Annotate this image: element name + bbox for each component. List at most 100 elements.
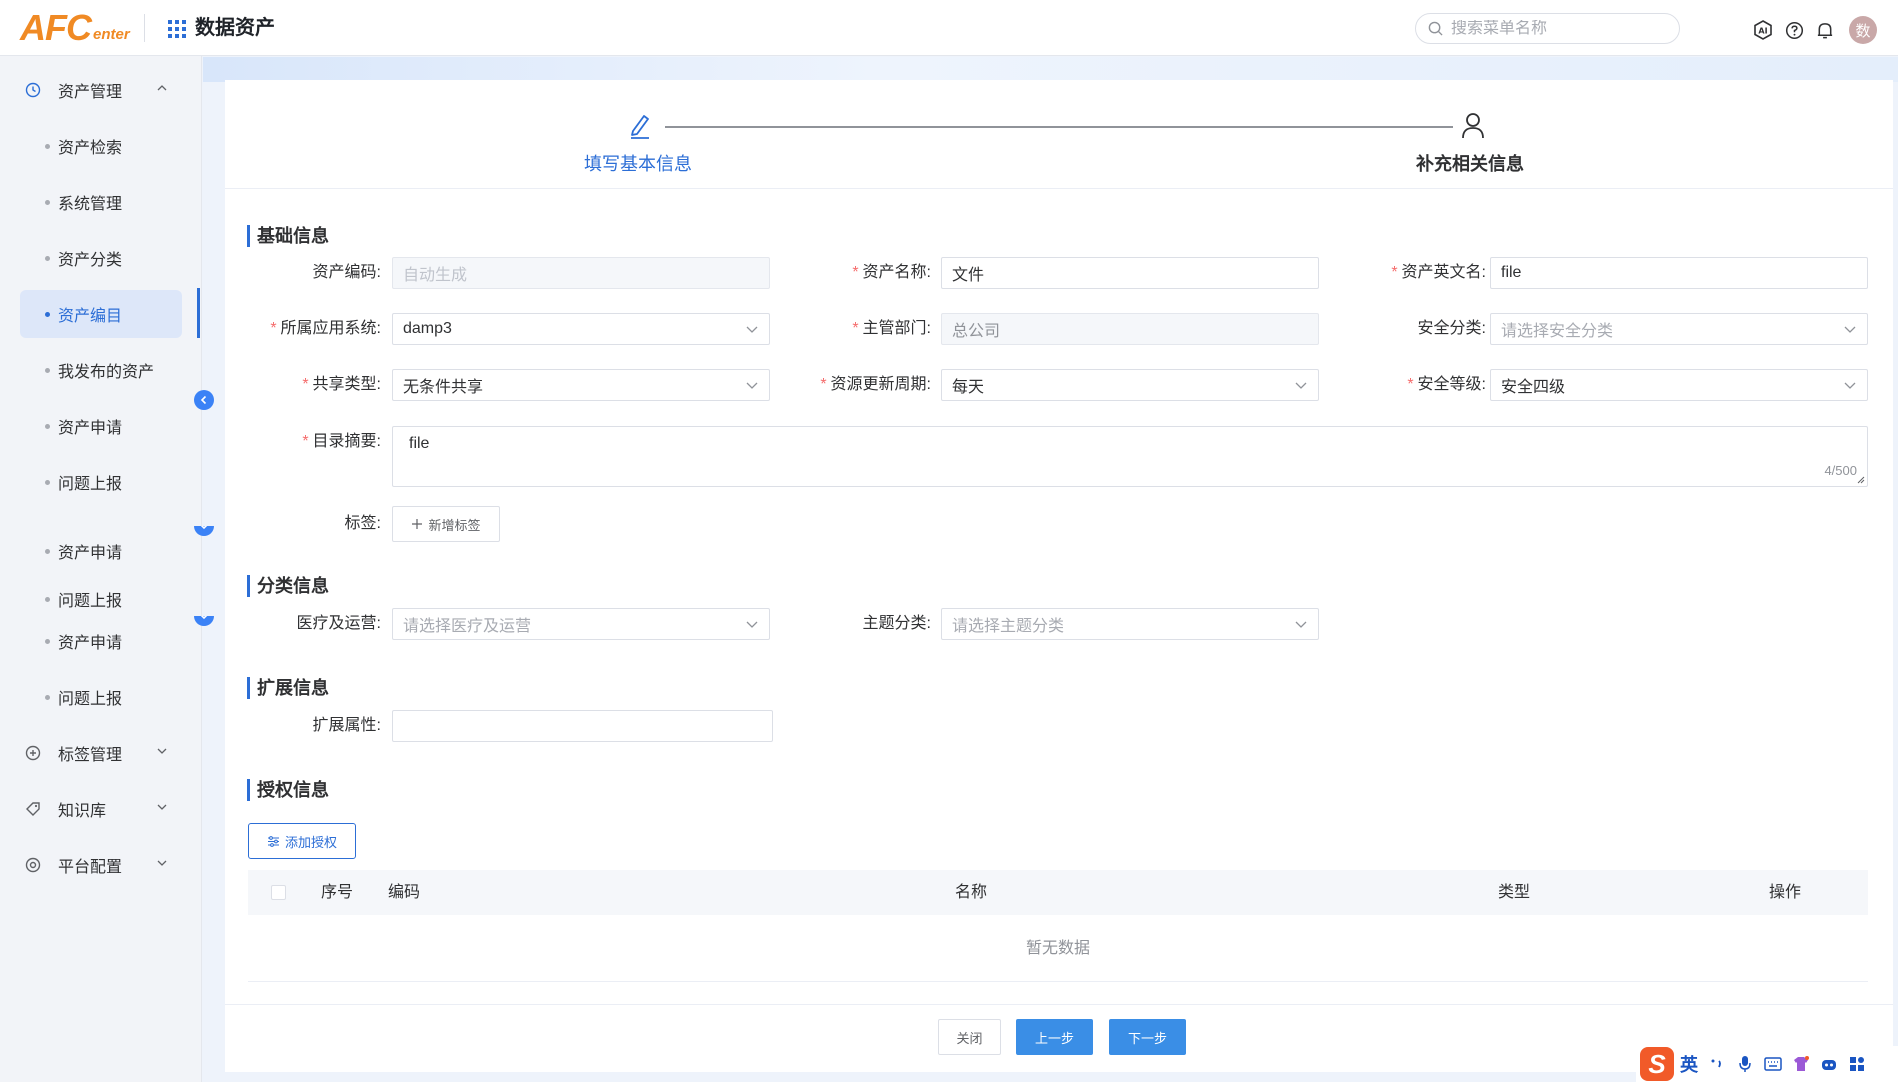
column-header-action[interactable]: 操作 (1769, 870, 1801, 915)
apps-icon[interactable] (1848, 1055, 1866, 1073)
chevron-down-icon (157, 860, 167, 866)
add-tag-button[interactable]: 新增标签 (392, 506, 500, 542)
ext-attr-input[interactable] (392, 710, 773, 742)
sidebar-group-label: 资产管理 (58, 84, 123, 101)
sidebar-group-asset-management[interactable]: 资产管理 (20, 66, 182, 114)
ai-assistant-icon[interactable]: AI (1752, 19, 1774, 41)
dept-label: * 主管部门: (852, 320, 931, 337)
share-type-label: * 共享类型: (302, 376, 381, 393)
select-all-checkbox[interactable] (271, 885, 286, 900)
top-bar: AFC enter 数据资产 AI 数 (0, 0, 1898, 56)
security-class-select[interactable]: 请选择安全分类 (1490, 313, 1868, 345)
sidebar-item-asset-apply-2[interactable]: 资产申请 (20, 527, 182, 575)
chevron-down-icon (746, 326, 758, 333)
update-cycle-select[interactable]: 每天 (941, 369, 1319, 401)
sidebar-item-label: 资产编目 (58, 308, 123, 325)
ime-language-toggle[interactable]: 英 (1680, 1051, 1698, 1077)
sliders-icon (267, 835, 279, 847)
column-header-code[interactable]: 编码 (388, 870, 420, 915)
medical-select[interactable]: 请选择医疗及运营 (392, 608, 770, 640)
edit-pen-icon (631, 115, 649, 139)
chevron-down-icon (746, 382, 758, 389)
summary-textarea[interactable]: file 4/500 (392, 426, 1868, 487)
chevron-down-icon (1844, 326, 1856, 333)
sidebar-item-issue-report[interactable]: 问题上报 (20, 458, 182, 506)
section-title-basic: 基础信息 (247, 225, 329, 247)
ime-toolbar: S 英 (1636, 1046, 1898, 1082)
chevron-down-icon (157, 748, 167, 754)
collapse-sidebar-button[interactable] (194, 390, 214, 410)
keyboard-icon[interactable] (1764, 1055, 1782, 1073)
chevron-down-icon (1295, 382, 1307, 389)
chevron-down-icon (746, 621, 758, 628)
robot-icon[interactable] (1820, 1055, 1838, 1073)
table-empty-text: 暂无数据 (248, 915, 1868, 982)
sidebar-item-asset-catalog[interactable]: 资产编目 (20, 290, 182, 338)
sidebar-group-platform-config[interactable]: 平台配置 (20, 841, 182, 889)
sidebar-item-my-published[interactable]: 我发布的资产 (20, 346, 182, 394)
theme-select[interactable]: 请选择主题分类 (941, 608, 1319, 640)
security-class-label: 安全分类: (1417, 320, 1486, 337)
logo[interactable]: AFC enter (20, 8, 130, 48)
medical-label: 医疗及运营: (296, 615, 381, 632)
prev-step-button[interactable]: 上一步 (1016, 1019, 1093, 1055)
theme-label: 主题分类: (862, 615, 931, 632)
bell-icon[interactable] (1814, 19, 1836, 41)
sidebar-item-asset-apply-3[interactable]: 资产申请 (20, 617, 182, 665)
logo-sub-text: enter (93, 26, 130, 43)
sidebar-group-tag-management[interactable]: 标签管理 (20, 729, 182, 777)
asset-en-name-input[interactable]: file (1490, 257, 1868, 289)
avatar[interactable]: 数 (1849, 16, 1877, 44)
add-auth-button[interactable]: 添加授权 (248, 823, 356, 859)
sidebar-item-label: 问题上报 (58, 476, 123, 493)
ext-attr-label: 扩展属性: (312, 717, 381, 734)
sidebar-item-issue-report-3[interactable]: 问题上报 (20, 673, 182, 721)
column-header-index[interactable]: 序号 (321, 870, 353, 915)
sidebar-group-label: 平台配置 (58, 859, 123, 876)
ime-logo-icon[interactable]: S (1640, 1047, 1674, 1081)
step-1-label[interactable]: 填写基本信息 (563, 150, 713, 176)
column-header-type[interactable]: 类型 (1498, 870, 1530, 915)
section-title-auth: 授权信息 (247, 779, 329, 801)
section-title-category: 分类信息 (247, 575, 329, 597)
close-button[interactable]: 关闭 (938, 1019, 1001, 1055)
sidebar-item-label: 我发布的资产 (58, 364, 155, 381)
security-level-select[interactable]: 安全四级 (1490, 369, 1868, 401)
column-header-name[interactable]: 名称 (955, 870, 987, 915)
resize-grip-icon[interactable] (1857, 476, 1865, 484)
summary-label: * 目录摘要: (302, 433, 381, 450)
sidebar-item-label: 资产申请 (58, 545, 123, 562)
punctuation-icon[interactable] (1708, 1055, 1726, 1073)
plus-icon (412, 519, 423, 529)
dept-field: 总公司 (941, 313, 1319, 345)
skin-icon[interactable] (1792, 1055, 1810, 1073)
app-system-select[interactable]: damp3 (392, 313, 770, 345)
sidebar-item-label: 问题上报 (58, 593, 123, 610)
asset-name-input[interactable]: 文件 (941, 257, 1319, 289)
next-step-button[interactable]: 下一步 (1109, 1019, 1186, 1055)
sidebar-item-system-management[interactable]: 系统管理 (20, 178, 182, 226)
sidebar-item-asset-apply[interactable]: 资产申请 (20, 402, 182, 450)
sidebar: 资产管理 资产检索 系统管理 资产分类 资产编目 我发布的资产 资产申请 问题上… (0, 56, 202, 1082)
step-2-label[interactable]: 补充相关信息 (1395, 150, 1545, 176)
logo-main-text: AFC (20, 7, 92, 48)
sidebar-item-asset-search[interactable]: 资产检索 (20, 122, 182, 170)
sidebar-item-issue-report-2[interactable]: 问题上报 (20, 584, 182, 614)
svg-text:AI: AI (1758, 27, 1767, 36)
microphone-icon[interactable] (1736, 1055, 1754, 1073)
auth-table-header: 序号 编码 名称 类型 操作 (248, 870, 1868, 915)
search-input[interactable] (1451, 19, 1661, 38)
sidebar-item-asset-category[interactable]: 资产分类 (20, 234, 182, 282)
clock-icon (24, 81, 42, 99)
tags-label: 标签: (344, 515, 381, 532)
sidebar-group-label: 标签管理 (58, 747, 123, 764)
asset-en-name-label: * 资产英文名: (1391, 264, 1486, 281)
menu-search[interactable] (1415, 13, 1680, 44)
user-icon (1462, 113, 1484, 139)
share-type-select[interactable]: 无条件共享 (392, 369, 770, 401)
asset-code-field: 自动生成 (392, 257, 770, 289)
help-icon[interactable] (1783, 19, 1805, 41)
char-count: 4/500 (1824, 463, 1857, 478)
sidebar-group-knowledge-base[interactable]: 知识库 (20, 785, 182, 833)
apps-grid-icon[interactable] (168, 20, 186, 38)
